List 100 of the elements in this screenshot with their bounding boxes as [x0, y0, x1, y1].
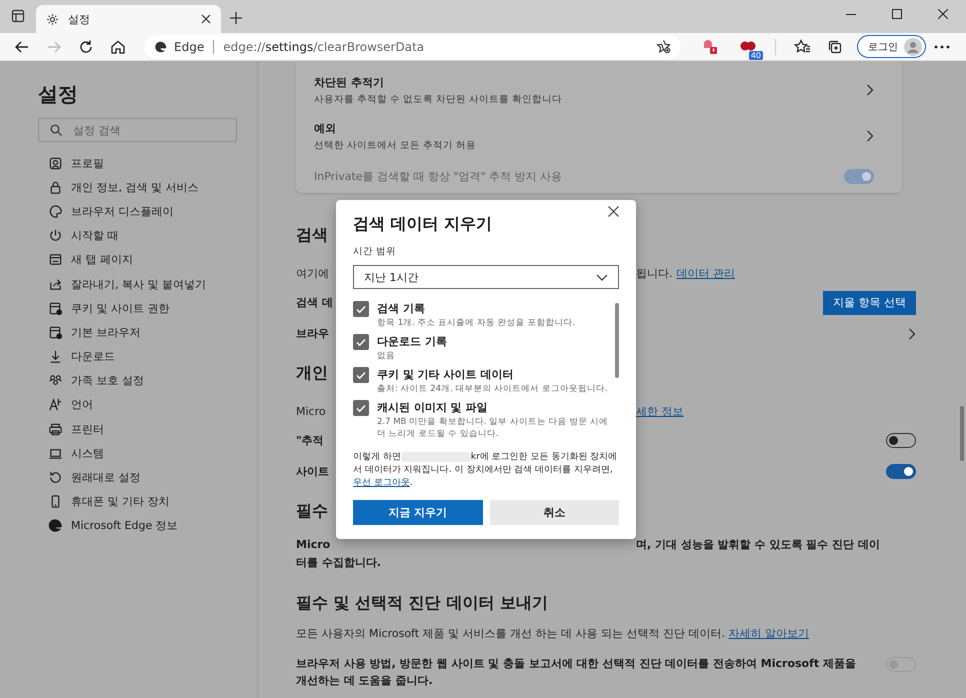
setting-label: 검색 데 — [296, 295, 333, 310]
section-heading: 필수 및 선택적 진단 데이터 보내기 — [296, 593, 549, 614]
maximize-icon[interactable] — [892, 9, 902, 19]
login-button[interactable]: 로그인 — [857, 35, 926, 58]
sidebar-item[interactable]: 프로필 — [38, 151, 237, 176]
chevron-down-icon — [596, 274, 608, 280]
setting-label: "추적 — [296, 433, 324, 448]
new-tab-icon[interactable] — [229, 11, 243, 25]
site-label: Edge — [174, 40, 204, 54]
sidebar-item[interactable]: 잘라내기, 복사 및 붙여넣기 — [38, 272, 237, 296]
home-icon[interactable] — [110, 38, 126, 54]
sidebar-item[interactable]: 개인 정보, 검색 및 서비스 — [38, 175, 237, 200]
setting-label: 브라우 — [296, 326, 329, 341]
cookie-icon — [48, 300, 63, 316]
sidebar-title: 설정 — [38, 81, 79, 108]
power-icon — [48, 228, 63, 244]
add-favorite-icon[interactable] — [656, 39, 672, 54]
language-icon — [48, 397, 63, 412]
clear-now-button[interactable]: 지금 지우기 — [353, 500, 482, 525]
description-text: 모든 사용자의 Microsoft 제품 및 서비스를 개선 하는 데 사용 되는 선택적 진단 데이터. — [296, 627, 726, 640]
chevron-icon[interactable] — [866, 84, 874, 96]
sidebar-item[interactable]: 쿠키 및 사이트 권한 — [38, 296, 237, 320]
link[interactable]: 세한 정보 — [636, 404, 684, 418]
collections-icon[interactable] — [827, 38, 843, 54]
printer-icon — [48, 422, 63, 437]
back-icon[interactable] — [14, 38, 30, 54]
option-label: 다운로드 기록 — [377, 334, 447, 349]
setting-description: 선택한 사이트에서 모든 추적기 허용 — [314, 138, 476, 152]
tab-actions-icon[interactable] — [11, 9, 25, 23]
setting-label: Micro — [296, 538, 330, 550]
extension-icon[interactable] — [701, 38, 720, 56]
sidebar-item[interactable]: 프린터 — [38, 417, 237, 442]
sidebar-item[interactable]: 새 탭 페이지 — [38, 248, 237, 272]
choose-button[interactable]: 지울 항목 선택 — [823, 290, 916, 314]
link[interactable]: 데이터 관리 — [676, 266, 735, 280]
search-field[interactable]: 설정 검색 — [38, 118, 237, 142]
favorites-icon[interactable] — [794, 38, 811, 54]
sidebar-item[interactable]: 기본 브라우저 — [38, 320, 237, 344]
description-text: 됩니다. — [636, 266, 672, 280]
window-icon — [48, 252, 63, 268]
browser-icon — [48, 324, 63, 340]
search-icon — [50, 124, 62, 136]
refresh-icon[interactable] — [78, 38, 94, 54]
extension-icon[interactable] — [739, 40, 758, 54]
close-icon[interactable] — [608, 206, 619, 217]
cancel-button[interactable]: 취소 — [490, 500, 619, 525]
checkbox[interactable] — [353, 301, 369, 317]
sidebar-item[interactable]: 시스템 — [38, 441, 237, 466]
sidebar-item[interactable]: Microsoft Edge 정보 — [38, 514, 237, 538]
scrollbar-thumb[interactable] — [960, 406, 964, 461]
checkbox[interactable] — [353, 334, 369, 350]
address-field[interactable]: Edge edge://settings/clearBrowserData — [144, 34, 682, 58]
option-label: 검색 기록 — [377, 301, 426, 316]
toggle-switch[interactable] — [886, 464, 916, 479]
avatar-icon — [904, 38, 922, 56]
checkbox[interactable] — [353, 400, 369, 416]
chevron-icon[interactable] — [866, 130, 874, 142]
section-heading: 필수 — [296, 500, 328, 522]
edge-logo-icon — [48, 518, 63, 534]
option-label: 캐시된 이미지 및 파일 — [377, 400, 488, 415]
setting-label: 며, 기대 성능을 발휘할 수 있도록 필수 진단 데이 — [636, 536, 880, 552]
scrollbar-thumb[interactable] — [615, 303, 619, 378]
close-icon[interactable] — [201, 14, 211, 24]
setting-title: 차단된 추적기 — [314, 74, 385, 90]
reset-icon — [48, 470, 63, 486]
sidebar-item[interactable]: 휴대폰 및 기타 장치 — [38, 490, 237, 514]
edge-logo-icon — [154, 40, 168, 54]
description-text: Micro — [296, 404, 326, 418]
sidebar-item[interactable]: 가족 보호 설정 — [38, 368, 237, 393]
count-badge: 40 — [748, 50, 764, 60]
share-icon — [48, 276, 63, 292]
option-label: 쿠키 및 기타 사이트 데이터 — [377, 367, 514, 382]
dialog-title: 검색 데이터 지우기 — [353, 214, 492, 235]
browser-tab[interactable]: 설정 — [36, 5, 221, 33]
close-icon[interactable] — [938, 9, 948, 19]
setting-title: 예외 — [314, 120, 337, 136]
setting-label: 사이트 — [296, 464, 329, 479]
section-heading: 검색 — [296, 224, 328, 246]
tab-title: 설정 — [68, 12, 91, 26]
sidebar-item[interactable]: 브라우저 디스플레이 — [38, 199, 237, 224]
sidebar-item[interactable]: 시작할 때 — [38, 224, 237, 248]
more-icon[interactable] — [934, 44, 950, 48]
palette-icon — [48, 204, 63, 219]
sync-note: 이렇게 하면 kr에 로그인한 모든 동기화된 장치에서 데이터가 지워집니다. 이 장치에서만 검색 데이터를 지우려면, 우선 로그아웃. — [353, 451, 618, 490]
field-label: 시간 범위 — [353, 245, 398, 258]
option-description: 2.7 MB 미만을 확보합니다. 일부 사이트는 다음 방문 시에 더 느리게 로드될 수 있습니다. — [377, 416, 609, 440]
time-range-dropdown[interactable]: 지난 1시간 — [353, 265, 619, 289]
chevron-icon[interactable] — [908, 328, 916, 340]
profile-icon — [48, 156, 63, 171]
sidebar-item[interactable]: 원래대로 설정 — [38, 465, 237, 490]
sidebar-item[interactable]: 다운로드 — [38, 344, 237, 369]
option-description: 출처: 사이트 24개. 대부분의 사이트에서 로그아웃됩니다. — [377, 383, 608, 395]
sidebar-item[interactable]: 언어 — [38, 392, 237, 418]
option-description: 없음 — [377, 350, 396, 362]
setting-label: InPrivate를 검색할 때 항상 "엄격" 추적 방지 사용 — [314, 168, 562, 184]
settings-icon — [46, 12, 59, 26]
url-text: edge://settings/clearBrowserData — [223, 40, 424, 54]
sign-out-link[interactable]: 우선 로그아웃 — [353, 478, 410, 488]
checkbox[interactable] — [353, 367, 369, 383]
toggle-switch[interactable] — [886, 433, 916, 448]
